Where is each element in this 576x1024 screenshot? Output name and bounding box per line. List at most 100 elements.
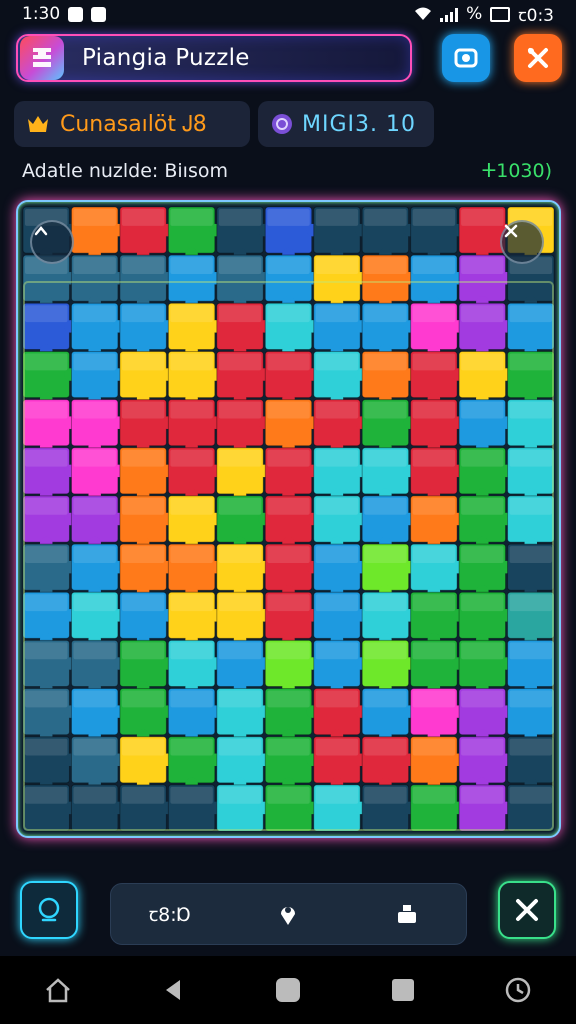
puzzle-piece[interactable] (458, 543, 513, 598)
puzzle-piece[interactable] (410, 350, 465, 405)
puzzle-piece[interactable] (458, 639, 513, 694)
nav-recents[interactable] (383, 970, 423, 1010)
puzzle-piece[interactable] (458, 350, 513, 405)
puzzle-piece[interactable] (264, 495, 319, 550)
puzzle-piece[interactable] (119, 350, 174, 405)
puzzle-piece[interactable] (264, 447, 319, 502)
puzzle-piece[interactable] (22, 447, 77, 502)
puzzle-piece[interactable] (167, 350, 223, 405)
puzzle-piece[interactable] (119, 447, 174, 502)
puzzle-piece[interactable] (410, 206, 465, 261)
puzzle-piece[interactable] (458, 447, 513, 502)
puzzle-piece[interactable] (410, 302, 465, 357)
puzzle-piece[interactable] (119, 495, 174, 550)
puzzle-piece[interactable] (458, 688, 513, 742)
puzzle-piece[interactable] (119, 399, 174, 454)
puzzle-piece[interactable] (216, 350, 271, 405)
puzzle-piece[interactable] (507, 591, 555, 646)
puzzle-piece[interactable] (264, 302, 319, 357)
puzzle-piece[interactable] (313, 399, 368, 454)
puzzle-piece[interactable] (361, 736, 416, 791)
puzzle-piece[interactable] (313, 591, 368, 646)
puzzle-piece[interactable] (458, 302, 513, 357)
close-board-button[interactable] (500, 220, 544, 264)
puzzle-piece[interactable] (70, 206, 126, 261)
puzzle-piece[interactable] (313, 688, 368, 742)
puzzle-piece[interactable] (458, 784, 513, 832)
puzzle-piece[interactable] (361, 206, 416, 261)
puzzle-piece[interactable] (216, 591, 271, 646)
puzzle-piece[interactable] (22, 639, 77, 694)
puzzle-piece[interactable] (216, 543, 271, 598)
puzzle-piece[interactable] (22, 736, 77, 791)
puzzle-piece[interactable] (264, 591, 319, 646)
puzzle-piece[interactable] (507, 688, 555, 742)
puzzle-piece[interactable] (167, 495, 223, 550)
puzzle-piece[interactable] (507, 495, 555, 550)
puzzle-piece[interactable] (264, 206, 319, 261)
puzzle-piece[interactable] (167, 688, 223, 742)
tool-tray[interactable] (377, 894, 437, 934)
camera-button[interactable] (442, 34, 490, 82)
puzzle-piece[interactable] (361, 495, 416, 550)
puzzle-piece[interactable] (70, 447, 126, 502)
puzzle-piece[interactable] (361, 784, 416, 832)
puzzle-piece[interactable] (313, 350, 368, 405)
hint-button[interactable] (20, 881, 78, 939)
puzzle-piece[interactable] (119, 206, 174, 261)
puzzle-piece[interactable] (410, 543, 465, 598)
collapse-button[interactable] (30, 220, 74, 264)
tool-pin[interactable] (258, 894, 318, 934)
puzzle-piece[interactable] (313, 736, 368, 791)
puzzle-piece[interactable] (264, 399, 319, 454)
puzzle-piece[interactable] (22, 350, 77, 405)
nav-home-square[interactable] (268, 970, 308, 1010)
puzzle-piece[interactable] (313, 206, 368, 261)
puzzle-piece[interactable] (361, 447, 416, 502)
puzzle-piece[interactable] (70, 784, 126, 832)
puzzle-piece[interactable] (216, 784, 271, 832)
puzzle-piece[interactable] (22, 495, 77, 550)
puzzle-piece[interactable] (458, 736, 513, 791)
puzzle-piece[interactable] (361, 399, 416, 454)
nav-home[interactable] (38, 970, 78, 1010)
puzzle-piece[interactable] (70, 302, 126, 357)
puzzle-piece[interactable] (119, 302, 174, 357)
puzzle-grid[interactable] (18, 202, 559, 836)
puzzle-piece[interactable] (216, 688, 271, 742)
puzzle-piece[interactable] (167, 543, 223, 598)
puzzle-piece[interactable] (264, 639, 319, 694)
puzzle-piece[interactable] (313, 447, 368, 502)
puzzle-piece[interactable] (167, 639, 223, 694)
puzzle-piece[interactable] (167, 736, 223, 791)
puzzle-piece[interactable] (264, 784, 319, 832)
puzzle-piece[interactable] (313, 495, 368, 550)
puzzle-piece[interactable] (361, 639, 416, 694)
puzzle-piece[interactable] (313, 543, 368, 598)
puzzle-piece[interactable] (119, 591, 174, 646)
puzzle-piece[interactable] (507, 350, 555, 405)
puzzle-piece[interactable] (264, 736, 319, 791)
puzzle-piece[interactable] (507, 639, 555, 694)
puzzle-piece[interactable] (216, 639, 271, 694)
puzzle-piece[interactable] (167, 447, 223, 502)
puzzle-piece[interactable] (458, 399, 513, 454)
nav-back[interactable] (153, 970, 193, 1010)
puzzle-piece[interactable] (410, 399, 465, 454)
tools-button[interactable] (514, 34, 562, 82)
puzzle-piece[interactable] (70, 736, 126, 791)
puzzle-piece[interactable] (70, 688, 126, 742)
puzzle-piece[interactable] (313, 639, 368, 694)
puzzle-piece[interactable] (119, 736, 174, 791)
puzzle-piece[interactable] (507, 447, 555, 502)
puzzle-piece[interactable] (410, 591, 465, 646)
puzzle-piece[interactable] (410, 639, 465, 694)
puzzle-piece[interactable] (410, 784, 465, 832)
puzzle-piece[interactable] (70, 495, 126, 550)
puzzle-piece[interactable] (167, 399, 223, 454)
puzzle-piece[interactable] (119, 688, 174, 742)
puzzle-piece[interactable] (361, 688, 416, 742)
puzzle-piece[interactable] (22, 784, 77, 832)
puzzle-piece[interactable] (361, 302, 416, 357)
puzzle-piece[interactable] (410, 447, 465, 502)
